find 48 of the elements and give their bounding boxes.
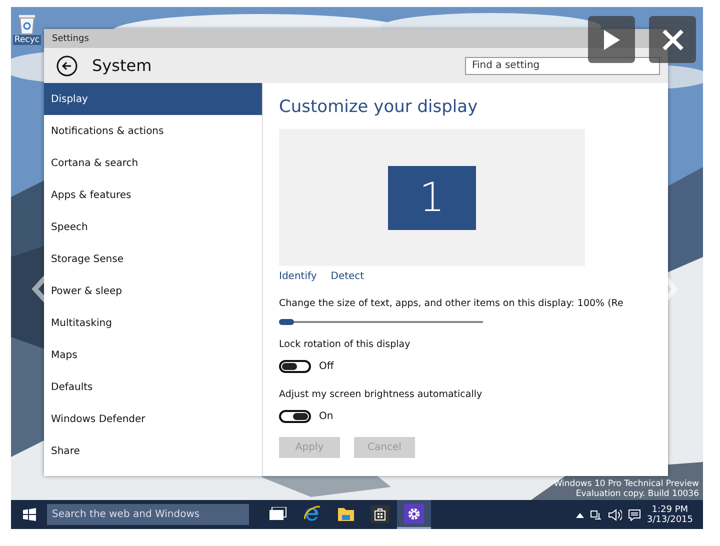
close-icon [660, 28, 684, 52]
section-title: Customize your display [279, 97, 479, 117]
browser-icon [303, 504, 321, 522]
clock-date: 3/13/2015 [646, 514, 693, 524]
toggle-switch[interactable] [279, 410, 311, 423]
sidebar-item[interactable]: Multitasking [44, 307, 262, 339]
sidebar-item[interactable]: Defaults [44, 371, 262, 403]
back-icon[interactable] [56, 54, 78, 76]
sidebar-item[interactable]: Display [44, 83, 262, 115]
sidebar-item[interactable]: Notifications & actions [44, 115, 262, 147]
toggle-state: On [319, 411, 334, 422]
window-title: Settings [52, 34, 89, 44]
play-icon [602, 28, 622, 52]
taskbar-app-button[interactable] [397, 500, 431, 529]
folder-icon [337, 506, 355, 522]
sidebar-item[interactable]: Speech [44, 211, 262, 243]
sidebar-item[interactable]: Storage Sense [44, 243, 262, 275]
scale-label: Change the size of text, apps, and other items on this display: 100% (Re [279, 298, 624, 309]
link[interactable]: Detect [330, 271, 364, 282]
task-view-icon [269, 506, 287, 520]
network-icon[interactable] [590, 508, 602, 520]
toggle-label: Adjust my screen brightness automatically [279, 389, 484, 400]
link[interactable]: Identify [279, 271, 317, 282]
sidebar-item[interactable]: Share [44, 435, 262, 467]
edition-text: Evaluation copy. Build 10036 [576, 489, 699, 499]
sidebar-item[interactable]: Cortana & search [44, 147, 262, 179]
recycle-bin-icon[interactable] [18, 13, 36, 35]
toggle-state: Off [319, 361, 334, 372]
toggle-label: Lock rotation of this display [279, 339, 412, 350]
monitor-tile[interactable]: 1 [388, 166, 476, 230]
sidebar-item[interactable]: Windows Defender [44, 403, 262, 435]
slider-thumb[interactable] [279, 319, 294, 325]
message-icon[interactable] [628, 508, 641, 520]
sidebar-item[interactable]: Power & sleep [44, 275, 262, 307]
taskbar-search-field[interactable]: Search the web and Windows [47, 504, 249, 525]
store-icon [371, 504, 389, 522]
toggle-switch[interactable] [279, 360, 311, 373]
gear-icon [404, 504, 424, 524]
clock-time: 1:29 PM [652, 504, 688, 514]
speaker-icon[interactable] [608, 508, 622, 520]
sidebar-item[interactable]: Maps [44, 339, 262, 371]
snap-button[interactable] [588, 16, 635, 63]
sidebar-item[interactable]: Apps & features [44, 179, 262, 211]
desktop-icon-label: Recyc [13, 35, 41, 45]
page-heading: System [92, 56, 153, 75]
caret-up-icon[interactable] [576, 512, 584, 518]
windows-logo-icon [22, 508, 36, 521]
close-button[interactable] [649, 16, 696, 63]
